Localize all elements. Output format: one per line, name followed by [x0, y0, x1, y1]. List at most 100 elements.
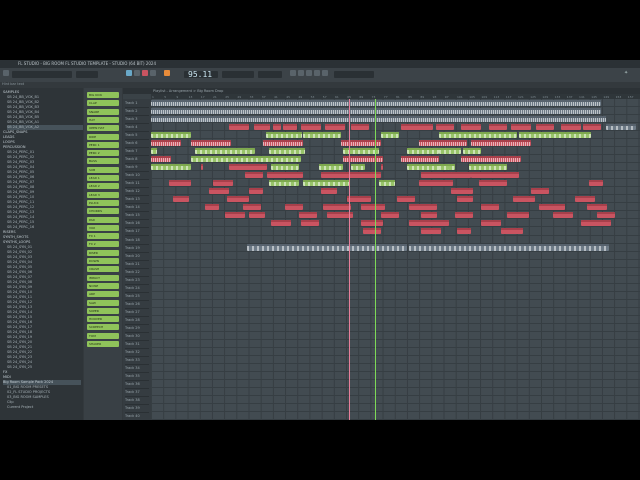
pattern-clip[interactable]: [303, 131, 341, 139]
pattern-clip[interactable]: [319, 163, 343, 171]
pattern-clip[interactable]: [321, 171, 381, 179]
pattern-clip[interactable]: [227, 195, 249, 203]
pattern-clip[interactable]: [323, 203, 351, 211]
pattern-clip[interactable]: [463, 147, 481, 155]
channel-button[interactable]: SUB: [87, 166, 119, 173]
pattern-clip[interactable]: [409, 244, 609, 251]
pattern-clip[interactable]: [283, 123, 297, 131]
pattern-clip[interactable]: [351, 123, 369, 131]
channel-button[interactable]: SNARE: [87, 108, 119, 115]
pattern-clip[interactable]: [209, 187, 229, 195]
channel-button[interactable]: SUPER: [87, 307, 119, 314]
pattern-clip[interactable]: [451, 171, 471, 179]
pattern-clip[interactable]: [583, 123, 601, 131]
playlist-grid[interactable]: [151, 99, 640, 420]
metronome-icon[interactable]: [150, 70, 156, 76]
playlist-icon[interactable]: [290, 70, 296, 76]
pattern-clip[interactable]: [325, 123, 345, 131]
channel-button[interactable]: SHAKER: [87, 341, 119, 347]
menu-bar[interactable]: [12, 71, 72, 78]
channel-button[interactable]: CHORDS: [87, 208, 119, 215]
pattern-clip[interactable]: [507, 211, 529, 219]
pattern-clip[interactable]: [191, 139, 231, 147]
pattern-clip[interactable]: [201, 163, 203, 171]
pattern-clip[interactable]: [461, 155, 521, 163]
pattern-clip[interactable]: [351, 163, 365, 171]
channel-button[interactable]: RISER: [87, 249, 119, 256]
pattern-clip[interactable]: [267, 171, 303, 179]
track-header[interactable]: Track 40: [125, 412, 149, 420]
pattern-clip[interactable]: [507, 171, 519, 179]
song-mode-icon[interactable]: [164, 70, 170, 76]
pattern-clip[interactable]: [363, 227, 381, 235]
pattern-clip[interactable]: [401, 155, 439, 163]
pattern-clip[interactable]: [254, 123, 270, 131]
menu-icon[interactable]: [3, 70, 9, 76]
pattern-clip[interactable]: [273, 123, 281, 131]
pattern-clip[interactable]: [407, 147, 439, 155]
channel-button[interactable]: CRASH: [87, 266, 119, 273]
pattern-clip[interactable]: [531, 187, 549, 195]
channel-button[interactable]: PERC 1: [87, 141, 119, 148]
pattern-clip[interactable]: [301, 219, 319, 227]
pattern-clip[interactable]: [213, 179, 233, 187]
pattern-clip[interactable]: [439, 131, 517, 139]
pattern-clip[interactable]: [151, 163, 191, 171]
pattern-clip[interactable]: [361, 203, 385, 211]
pattern-clip[interactable]: [489, 163, 507, 171]
pattern-clip[interactable]: [151, 107, 601, 115]
pattern-clip[interactable]: [455, 211, 473, 219]
channel-button[interactable]: PERC 2: [87, 150, 119, 157]
pattern-clip[interactable]: [151, 115, 606, 123]
pattern-clip[interactable]: [381, 163, 383, 171]
pattern-clip[interactable]: [151, 155, 171, 163]
pattern-clip[interactable]: [263, 139, 303, 147]
channel-button[interactable]: LEAD 3: [87, 191, 119, 198]
pattern-clip[interactable]: [561, 123, 581, 131]
pattern-clip[interactable]: [225, 211, 245, 219]
channel-button[interactable]: IMPACT: [87, 274, 119, 281]
pattern-clip[interactable]: [151, 147, 157, 155]
pattern-clip[interactable]: [606, 123, 636, 131]
pattern-clip[interactable]: [195, 147, 255, 155]
mixer-icon[interactable]: [314, 70, 320, 76]
pattern-clip[interactable]: [151, 131, 191, 139]
pattern-clip[interactable]: [299, 211, 317, 219]
tempo-display[interactable]: 95.11: [184, 70, 218, 79]
pattern-clip[interactable]: [501, 227, 523, 235]
channel-button[interactable]: FX 2: [87, 241, 119, 248]
pattern-clip[interactable]: [243, 203, 261, 211]
pattern-clip[interactable]: [169, 179, 191, 187]
pattern-clip[interactable]: [439, 147, 461, 155]
pattern-clip[interactable]: [436, 123, 454, 131]
pattern-clip[interactable]: [471, 171, 511, 179]
record-icon[interactable]: [142, 70, 148, 76]
pattern-clip[interactable]: [247, 244, 407, 251]
pattern-clip[interactable]: [381, 131, 399, 139]
pattern-clip[interactable]: [461, 123, 481, 131]
pattern-clip[interactable]: [519, 131, 591, 139]
pattern-clip[interactable]: [479, 179, 507, 187]
pattern-clip[interactable]: [173, 195, 189, 203]
pattern-clip[interactable]: [269, 147, 305, 155]
channel-button[interactable]: FX 1: [87, 233, 119, 240]
pattern-clip[interactable]: [457, 227, 471, 235]
pattern-clip[interactable]: [271, 163, 299, 171]
pattern-clip[interactable]: [409, 203, 437, 211]
channel-button[interactable]: PAD: [87, 216, 119, 223]
pattern-clip[interactable]: [581, 219, 611, 227]
pattern-clip[interactable]: [249, 187, 263, 195]
pattern-clip[interactable]: [457, 195, 473, 203]
channel-button[interactable]: TOM: [87, 332, 119, 339]
stop-icon[interactable]: [134, 70, 140, 76]
pattern-clip[interactable]: [285, 203, 303, 211]
pattern-clip[interactable]: [229, 123, 249, 131]
channel-button[interactable]: BIG KICK: [87, 92, 119, 98]
browser-icon[interactable]: [322, 70, 328, 76]
pattern-clip[interactable]: [301, 123, 321, 131]
pattern-clip[interactable]: [379, 179, 395, 187]
pattern-clip[interactable]: [249, 211, 265, 219]
pattern-clip[interactable]: [397, 195, 415, 203]
pattern-clip[interactable]: [489, 123, 507, 131]
channel-button[interactable]: HAT: [87, 116, 119, 123]
